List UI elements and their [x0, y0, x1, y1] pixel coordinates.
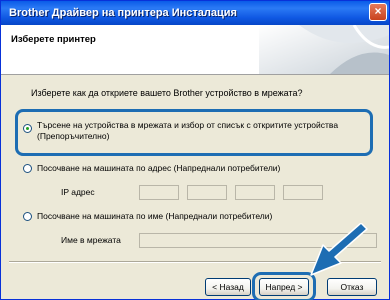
wizard-header: Изберете принтер	[1, 25, 389, 75]
close-icon[interactable]: ×	[369, 3, 387, 21]
installer-window: Brother Драйвер на принтера Инсталация ×…	[0, 0, 390, 300]
title-bar: Brother Драйвер на принтера Инсталация	[1, 1, 389, 25]
ip-octet-2-input[interactable]	[187, 185, 227, 200]
specify-by-name-radio[interactable]	[23, 212, 32, 221]
ip-address-label: IP адрес	[61, 187, 95, 197]
node-name-label: Име в мрежата	[61, 235, 121, 245]
specify-by-name-label: Посочване на машината по име (Напреднали…	[37, 211, 273, 221]
search-network-label: Търсене на устройства в мрежата и избор …	[37, 120, 339, 141]
ip-octet-3-input[interactable]	[235, 185, 275, 200]
header-decoration	[259, 25, 389, 74]
arrow-pointer-icon	[310, 223, 368, 276]
ip-octet-4-input[interactable]	[283, 185, 323, 200]
search-network-radio[interactable]	[23, 124, 32, 133]
question-text: Изберете как да откриете вашето Brother …	[31, 88, 303, 98]
ip-octet-1-input[interactable]	[139, 185, 179, 200]
specify-by-address-radio[interactable]	[23, 164, 32, 173]
window-title: Brother Драйвер на принтера Инсталация	[9, 7, 237, 19]
back-button[interactable]: < Назад	[205, 278, 251, 296]
page-title: Изберете принтер	[11, 34, 96, 45]
specify-by-address-label: Посочване на машината по адрес (Напредна…	[37, 163, 281, 173]
